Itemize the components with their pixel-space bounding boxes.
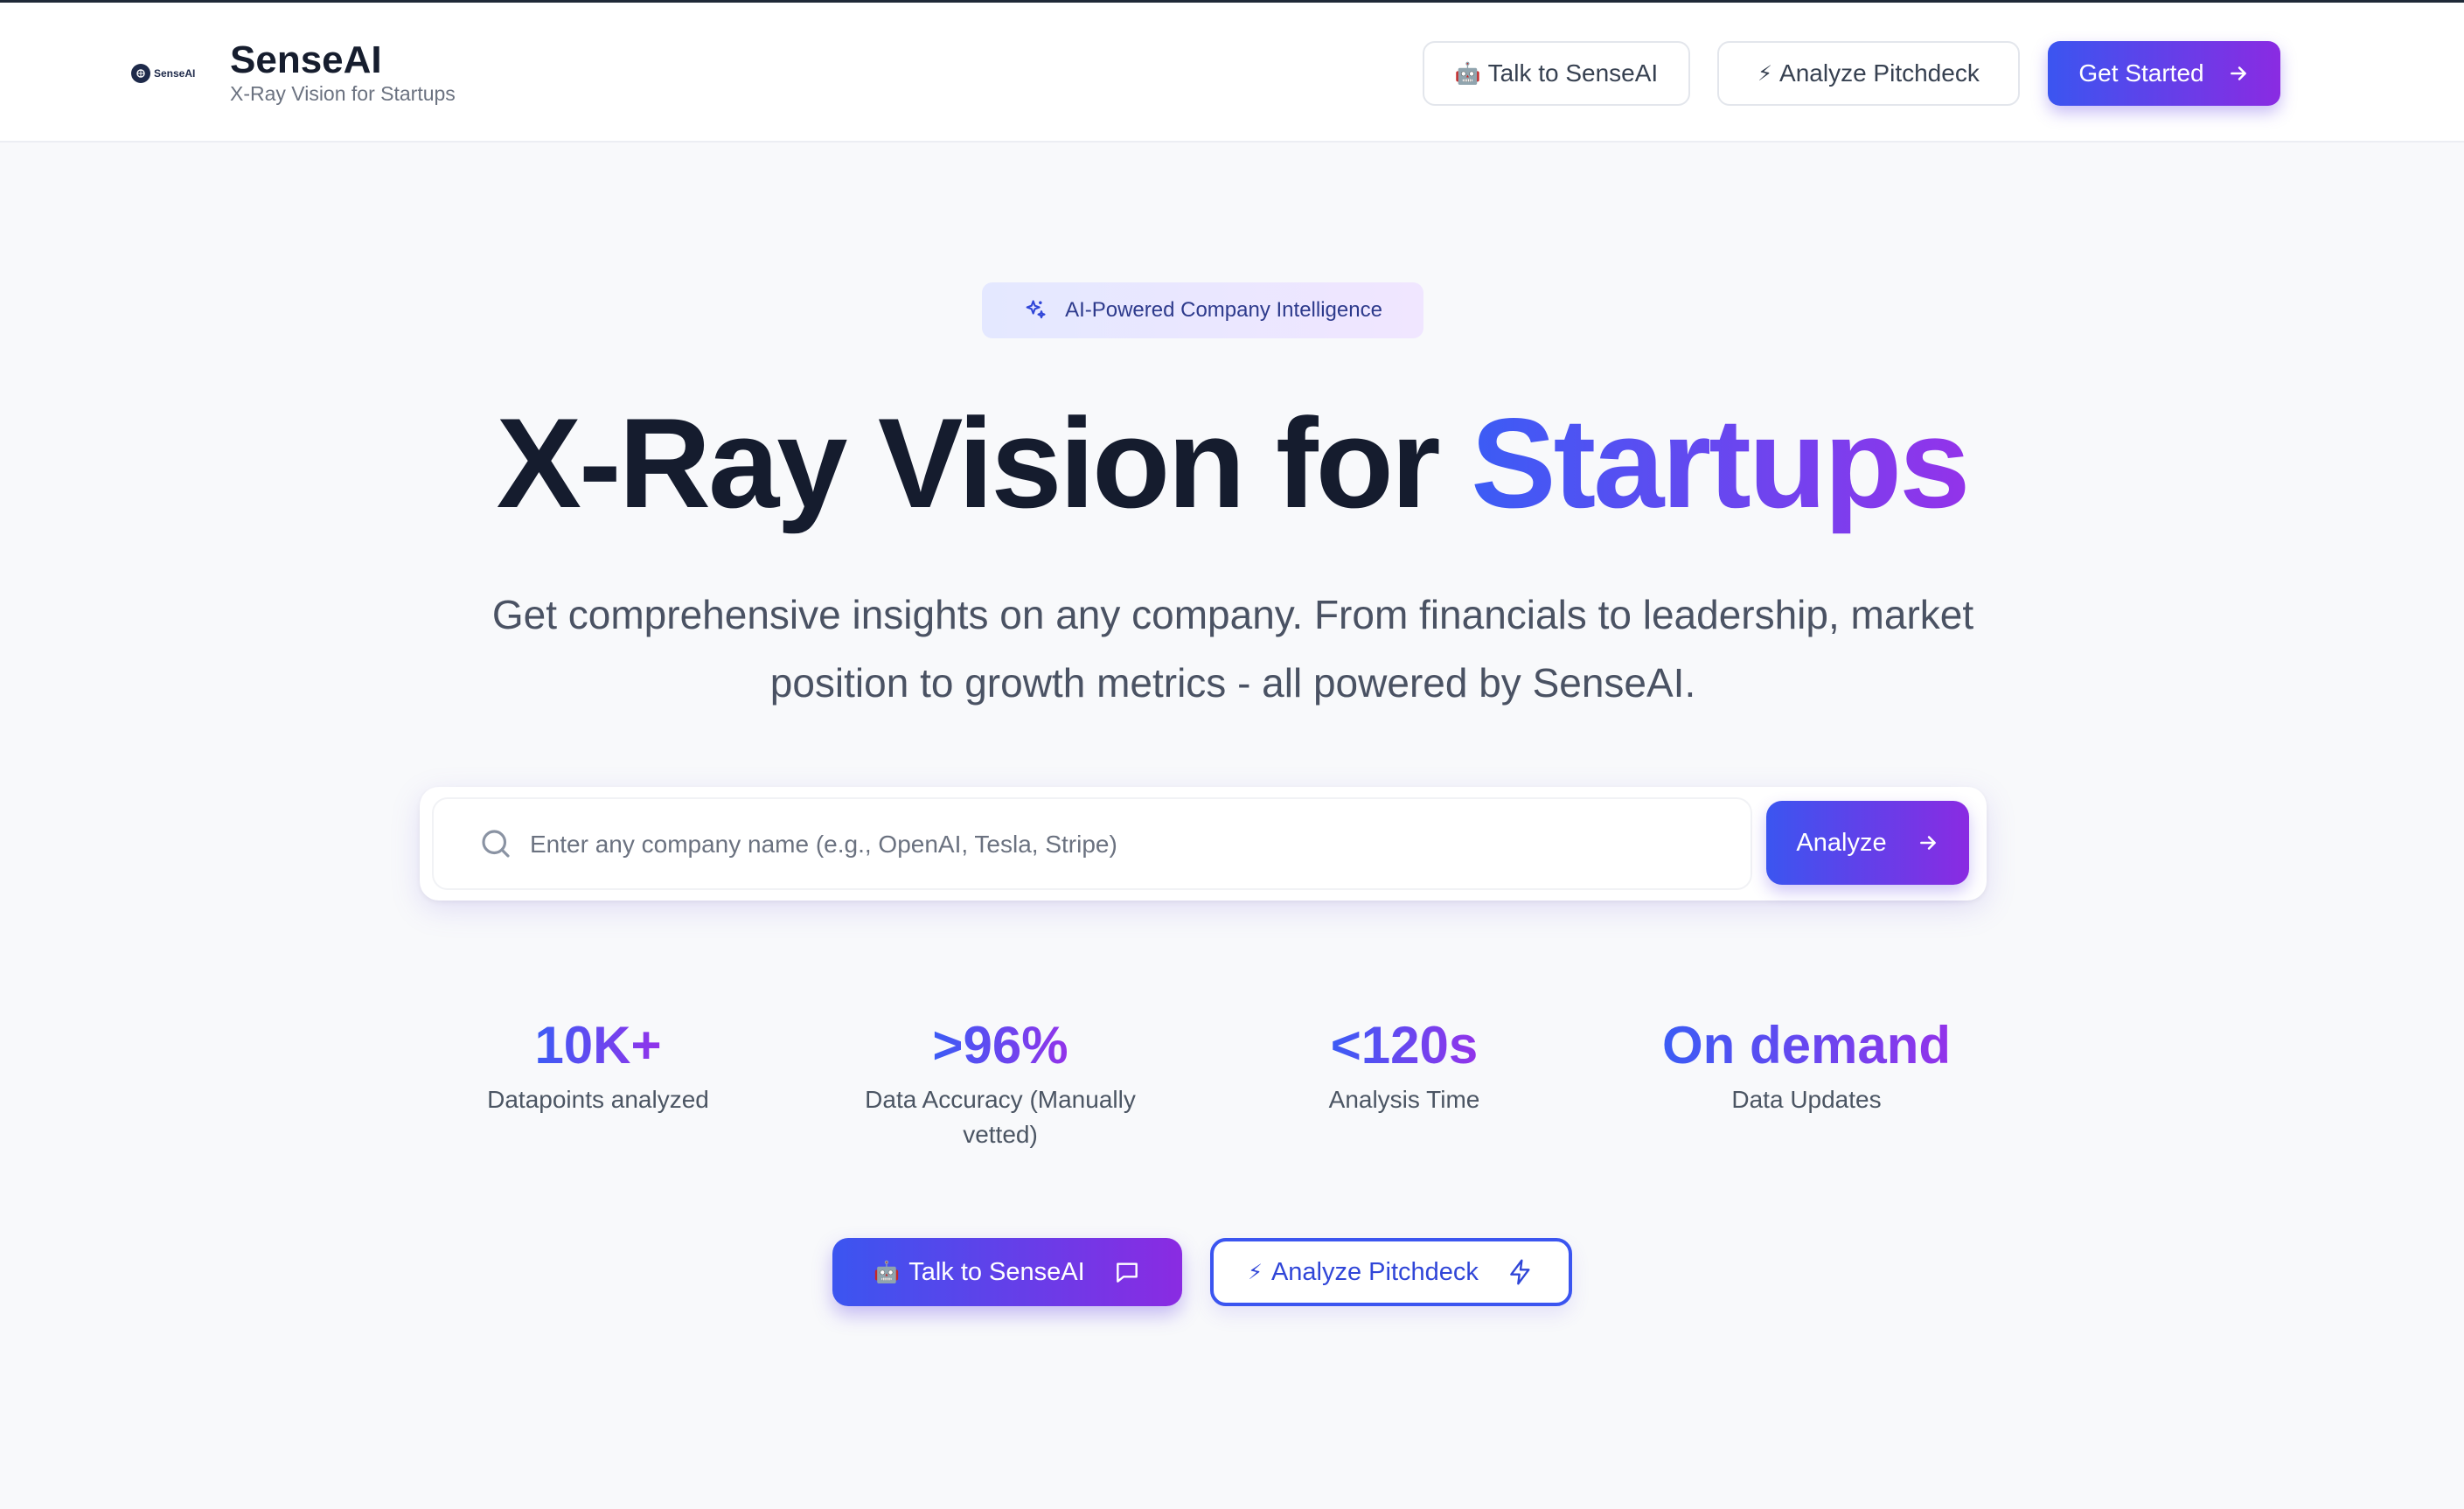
get-started-label: Get Started bbox=[2078, 59, 2204, 87]
stat-value: On demand bbox=[1662, 1014, 1951, 1077]
stat-label: Data Updates bbox=[1731, 1086, 1882, 1113]
logo-text: SenseAI bbox=[154, 67, 196, 80]
search-field-wrapper[interactable] bbox=[432, 797, 1752, 890]
badge-text: AI-Powered Company Intelligence bbox=[1065, 298, 1382, 322]
talk-button-label: Talk to SenseAI bbox=[1487, 59, 1659, 87]
site-header: SenseAI SenseAI X-Ray Vision for Startup… bbox=[0, 3, 2464, 143]
zap-icon bbox=[1507, 1258, 1535, 1286]
ai-badge: AI-Powered Company Intelligence bbox=[982, 282, 1423, 338]
stat-data-updates: On demand Data Updates bbox=[1623, 1014, 1990, 1117]
lightning-icon: ⚡ bbox=[1758, 61, 1773, 86]
cta-analyze-pitchdeck-button[interactable]: ⚡ Analyze Pitchdeck bbox=[1210, 1238, 1572, 1306]
talk-to-senseai-button[interactable]: 🤖 Talk to SenseAI bbox=[1423, 41, 1690, 106]
stat-value: >96% bbox=[932, 1014, 1068, 1077]
arrow-right-icon bbox=[1919, 836, 1936, 850]
robot-icon: 🤖 bbox=[1454, 61, 1481, 86]
stat-value: <120s bbox=[1331, 1014, 1479, 1077]
stat-accuracy: >96% Data Accuracy (Manually vetted) bbox=[817, 1014, 1184, 1152]
cta-talk-to-senseai-button[interactable]: 🤖 Talk to SenseAI bbox=[832, 1238, 1182, 1306]
stat-label: Analysis Time bbox=[1328, 1086, 1480, 1113]
search-icon bbox=[482, 830, 510, 858]
hero-title: X-Ray Vision for Startups bbox=[0, 393, 2464, 533]
analyze-button[interactable]: Analyze bbox=[1766, 801, 1969, 885]
cta-talk-label: Talk to SenseAI bbox=[908, 1257, 1085, 1286]
chat-bubble-icon bbox=[1113, 1258, 1141, 1286]
get-started-button[interactable]: Get Started bbox=[2048, 41, 2280, 106]
analyze-pitchdeck-button[interactable]: ⚡ Analyze Pitchdeck bbox=[1717, 41, 2020, 106]
lightning-icon: ⚡ bbox=[1248, 1260, 1263, 1284]
pitch-button-label: Analyze Pitchdeck bbox=[1779, 59, 1980, 87]
company-search-input[interactable] bbox=[530, 817, 1737, 873]
brand-name: SenseAI bbox=[230, 38, 382, 81]
cta-pitch-label: Analyze Pitchdeck bbox=[1270, 1257, 1479, 1286]
hero-title-main: X-Ray Vision for bbox=[496, 392, 1472, 534]
logo[interactable]: SenseAI bbox=[131, 60, 201, 87]
search-bar: Analyze bbox=[420, 787, 1987, 901]
sparkles-icon bbox=[1026, 300, 1046, 319]
analyze-button-label: Analyze bbox=[1796, 828, 1887, 857]
stat-label: Data Accuracy (Manually vetted) bbox=[865, 1086, 1136, 1148]
stat-analysis-time: <120s Analysis Time bbox=[1221, 1014, 1588, 1117]
stat-datapoints: 10K+ Datapoints analyzed bbox=[414, 1014, 782, 1117]
hero-subtitle: Get comprehensive insights on any compan… bbox=[491, 592, 1974, 706]
robot-icon: 🤖 bbox=[874, 1260, 901, 1284]
stat-value: 10K+ bbox=[534, 1014, 661, 1077]
brand: SenseAI X-Ray Vision for Startups bbox=[230, 38, 456, 106]
stat-label: Datapoints analyzed bbox=[487, 1086, 709, 1113]
hero-title-highlight: Startups bbox=[1471, 392, 1970, 534]
brain-icon bbox=[131, 64, 150, 83]
brand-tagline: X-Ray Vision for Startups bbox=[230, 82, 456, 105]
arrow-right-icon bbox=[2230, 66, 2246, 80]
